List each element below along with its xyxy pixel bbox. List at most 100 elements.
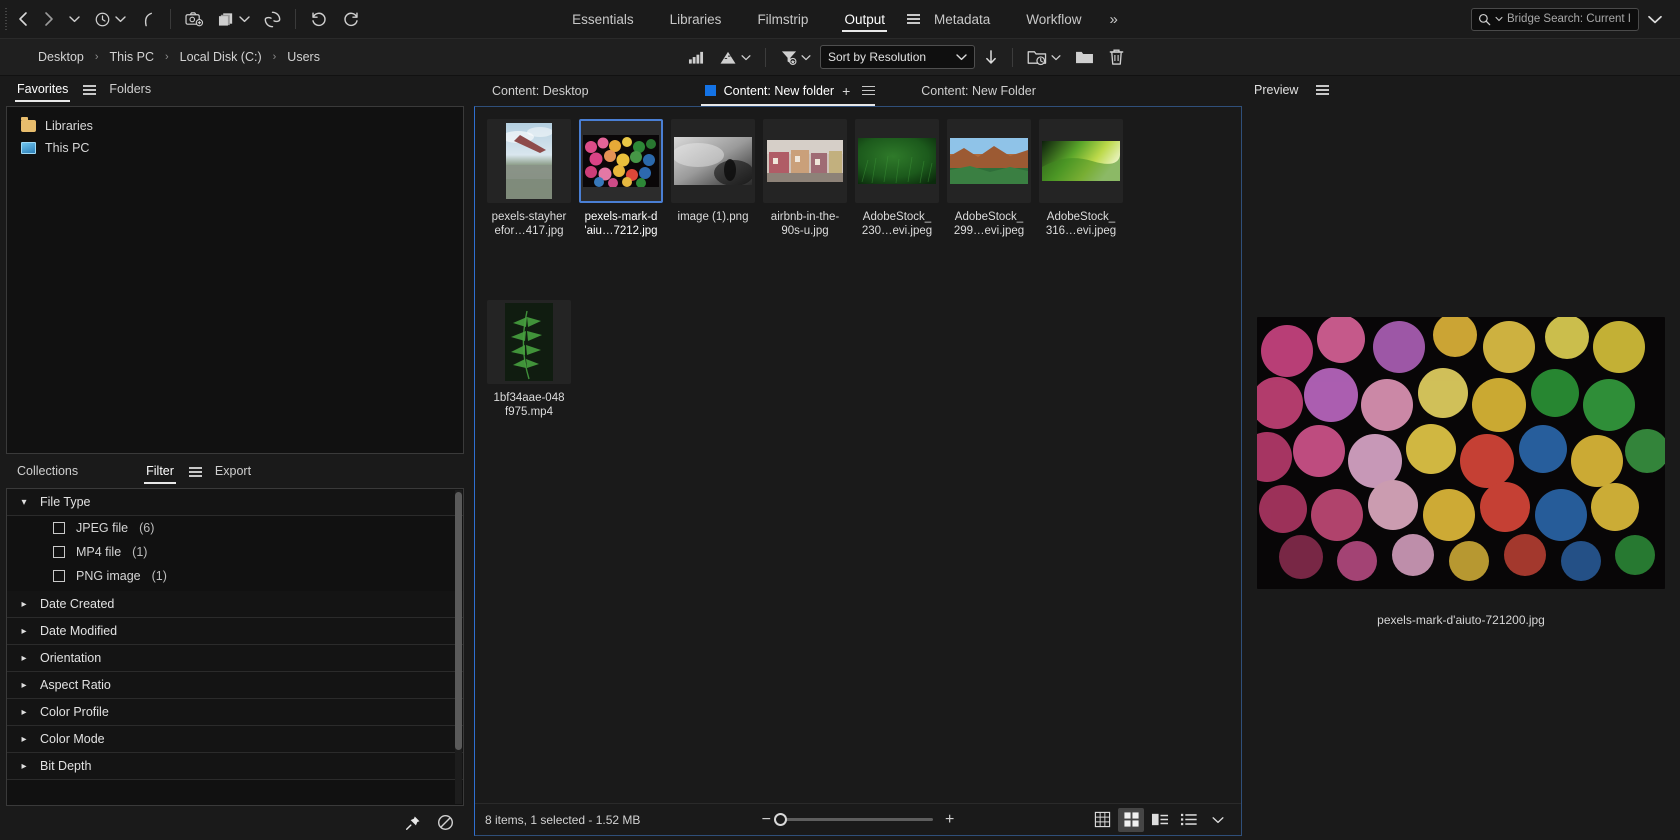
- grid-item[interactable]: image (1).png: [667, 119, 759, 238]
- grid-item-name-line2: 299…evi.jpeg: [953, 225, 1025, 237]
- filter-group-label: Bit Depth: [40, 759, 92, 773]
- grid-item[interactable]: AdobeStock_ 230…evi.jpeg: [851, 119, 943, 238]
- thumbnail-container: [487, 300, 571, 384]
- new-window-button[interactable]: [211, 0, 237, 39]
- back-button[interactable]: [10, 0, 36, 39]
- filter-funnel-chevron-down-icon[interactable]: [800, 42, 818, 72]
- breadcrumb-local-disk[interactable]: Local Disk (C:): [180, 50, 262, 64]
- tab-folders[interactable]: Folders: [100, 78, 160, 102]
- tab-export[interactable]: Export: [206, 460, 260, 484]
- view-options-chevron-down-icon[interactable]: [1205, 808, 1231, 832]
- navigation-dropdown-button[interactable]: [62, 0, 87, 39]
- zoom-in-button[interactable]: +: [933, 811, 966, 829]
- thumbnail-container: [763, 119, 847, 203]
- filter-group-label: File Type: [40, 495, 91, 509]
- filter-group-date-created[interactable]: ▸ Date Created: [7, 591, 463, 618]
- filter-menu-icon[interactable]: [185, 467, 202, 477]
- new-folder-icon[interactable]: [1068, 42, 1101, 72]
- sort-direction-icon[interactable]: [977, 42, 1005, 72]
- zoom-slider-knob[interactable]: [774, 813, 787, 826]
- new-window-dropdown-button[interactable]: [237, 0, 257, 39]
- refine-aperture-button[interactable]: [257, 0, 288, 39]
- filter-option-jpeg[interactable]: JPEG file (6): [7, 516, 463, 540]
- grid-item-name-line2: f975.mp4: [505, 406, 553, 418]
- preview-panel: pexels-mark-d'aiuto-721200.jpg: [1242, 104, 1680, 840]
- favorite-item-libraries[interactable]: Libraries: [7, 115, 463, 137]
- content-tab-menu-icon[interactable]: [858, 85, 876, 96]
- trash-icon[interactable]: [1101, 42, 1132, 72]
- list-view-icon[interactable]: [1176, 808, 1202, 832]
- thumbnail-view-icon[interactable]: [1118, 807, 1144, 832]
- favorites-menu-icon[interactable]: [79, 85, 97, 95]
- recent-history-dropdown-button[interactable]: [113, 0, 133, 39]
- tab-metadata[interactable]: Metadata: [916, 2, 1008, 36]
- grid-item-name-line1: AdobeStock_: [954, 211, 1024, 223]
- breadcrumb-this-pc[interactable]: This PC: [110, 50, 154, 64]
- workspace-menu-icon[interactable]: [903, 14, 920, 24]
- search-input[interactable]: Bridge Search: Current I: [1471, 7, 1639, 31]
- recent-folder-icon[interactable]: [1020, 42, 1050, 72]
- pin-icon[interactable]: [405, 815, 421, 836]
- checkbox-icon[interactable]: [53, 546, 65, 558]
- filter-option-label: PNG image: [76, 569, 141, 583]
- grid-item-name-line1: AdobeStock_: [862, 211, 932, 223]
- checkbox-icon[interactable]: [53, 522, 65, 534]
- filter-option-mp4[interactable]: MP4 file (1): [7, 540, 463, 564]
- grid-view-icon[interactable]: [1089, 808, 1115, 832]
- filter-option-png[interactable]: PNG image (1): [7, 564, 463, 591]
- filter-rating-icon[interactable]: [680, 42, 712, 72]
- sort-select-chevron-down-icon: [956, 54, 967, 61]
- grid-item[interactable]: AdobeStock_ 316…evi.jpeg: [1035, 119, 1127, 238]
- rotate-counterclockwise-button[interactable]: [303, 0, 335, 39]
- sort-select-value: Sort by Resolution: [828, 50, 927, 64]
- grid-item[interactable]: 1bf34aae-048 f975.mp4: [483, 300, 575, 419]
- recent-folder-chevron-down-icon[interactable]: [1050, 42, 1068, 72]
- chevron-right-icon: ▸: [21, 760, 27, 772]
- left-sidebar: Favorites Folders Libraries This PC Coll…: [0, 76, 470, 840]
- filter-funnel-icon[interactable]: [773, 42, 800, 72]
- filter-group-color-profile[interactable]: ▸ Color Profile: [7, 699, 463, 726]
- tab-output[interactable]: Output: [826, 2, 903, 36]
- filter-scrollbar[interactable]: [455, 490, 462, 804]
- filter-group-bit-depth[interactable]: ▸ Bit Depth: [7, 753, 463, 780]
- forward-button[interactable]: [36, 0, 62, 39]
- preview-menu-icon[interactable]: [1312, 85, 1330, 95]
- filter-group-color-mode[interactable]: ▸ Color Mode: [7, 726, 463, 753]
- filter-group-file-type[interactable]: ▾ File Type: [7, 489, 463, 516]
- tab-content-new-folder[interactable]: Content: New folder +: [693, 79, 884, 106]
- active-tab-marker-icon: [704, 85, 716, 96]
- clear-filter-icon[interactable]: [437, 814, 454, 836]
- breadcrumb-desktop[interactable]: Desktop: [38, 50, 84, 64]
- zoom-slider[interactable]: [774, 813, 933, 826]
- grid-item[interactable]: airbnb-in-the- 90s-u.jpg: [759, 119, 851, 238]
- recent-history-button[interactable]: [87, 0, 113, 39]
- tab-favorites[interactable]: Favorites: [8, 78, 77, 102]
- checkbox-icon[interactable]: [53, 570, 65, 582]
- grid-item[interactable]: pexels-stayher efor…417.jpg: [483, 119, 575, 238]
- filter-group-date-modified[interactable]: ▸ Date Modified: [7, 618, 463, 645]
- breadcrumb-users[interactable]: Users: [287, 50, 320, 64]
- more-workspaces-button[interactable]: »: [1100, 11, 1126, 28]
- window-chevron-down-icon[interactable]: [1639, 12, 1672, 27]
- filter-rating-dropdown-icon[interactable]: [712, 42, 740, 72]
- tab-libraries[interactable]: Libraries: [652, 2, 740, 36]
- get-photos-from-camera-button[interactable]: [178, 0, 211, 39]
- sort-select[interactable]: Sort by Resolution: [820, 45, 975, 69]
- parent-folder-button[interactable]: [133, 0, 163, 39]
- filter-group-orientation[interactable]: ▸ Orientation: [7, 645, 463, 672]
- rotate-clockwise-button[interactable]: [335, 0, 367, 39]
- filter-rating-chevron-down-icon[interactable]: [740, 42, 758, 72]
- tab-content-desktop[interactable]: Content: Desktop: [480, 80, 601, 105]
- tab-filter[interactable]: Filter: [137, 460, 183, 484]
- tab-content-new-folder-2[interactable]: Content: New Folder: [909, 80, 1048, 105]
- grid-item[interactable]: AdobeStock_ 299…evi.jpeg: [943, 119, 1035, 238]
- filter-group-aspect-ratio[interactable]: ▸ Aspect Ratio: [7, 672, 463, 699]
- plus-icon[interactable]: +: [842, 83, 850, 99]
- tab-workflow[interactable]: Workflow: [1008, 2, 1099, 36]
- favorite-item-this-pc[interactable]: This PC: [7, 137, 463, 159]
- tab-collections[interactable]: Collections: [8, 460, 87, 484]
- tab-filmstrip[interactable]: Filmstrip: [739, 2, 826, 36]
- tab-essentials[interactable]: Essentials: [554, 2, 652, 36]
- grid-item-selected[interactable]: pexels-mark-d 'aiu…7212.jpg: [575, 119, 667, 238]
- details-view-icon[interactable]: [1147, 808, 1173, 832]
